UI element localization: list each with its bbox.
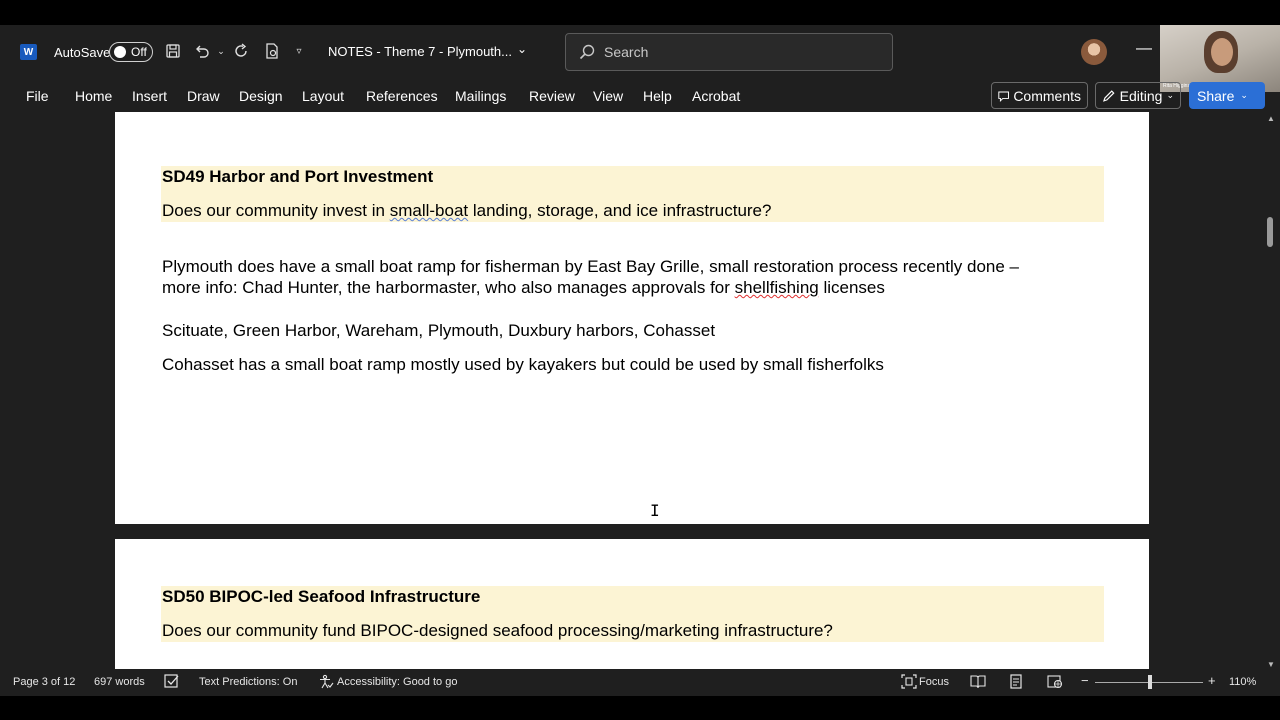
chevron-down-icon: ⌄: [1166, 90, 1174, 100]
tab-references[interactable]: References: [366, 88, 438, 104]
page-count[interactable]: Page 3 of 12: [13, 676, 75, 688]
print-preview-icon[interactable]: [262, 41, 282, 61]
word-count[interactable]: 697 words: [94, 676, 145, 688]
focus-icon[interactable]: [901, 674, 917, 692]
spelling-flag-word[interactable]: shellfishing: [735, 278, 819, 297]
save-icon[interactable]: [163, 41, 183, 61]
proofing-icon[interactable]: [164, 674, 180, 692]
web-layout-icon[interactable]: [1047, 674, 1063, 692]
accessibility-icon[interactable]: [318, 674, 334, 692]
text-cursor-icon: I: [650, 501, 660, 520]
tab-mailings[interactable]: Mailings: [455, 88, 506, 104]
autosave-state: Off: [131, 45, 147, 59]
word-window: W AutoSave Off ⌄ ▿ NOTES - Theme 7 - Ply…: [0, 25, 1280, 696]
question-text: landing, storage, and ice infrastructure…: [468, 201, 772, 220]
tab-design[interactable]: Design: [239, 88, 283, 104]
paragraph-line: Plymouth does have a small boat ramp for…: [162, 257, 1019, 276]
comments-button[interactable]: Comments: [991, 82, 1088, 109]
word-app-icon[interactable]: W: [20, 44, 37, 60]
scrollbar-thumb[interactable]: [1267, 217, 1273, 247]
customize-qat-icon[interactable]: ▿: [289, 41, 309, 61]
text-predictions-status[interactable]: Text Predictions: On: [199, 676, 297, 688]
comment-icon: [998, 90, 1009, 102]
editing-label: Editing: [1119, 87, 1163, 104]
scroll-down-icon[interactable]: ▼: [1267, 660, 1275, 669]
print-layout-icon[interactable]: [1008, 674, 1024, 692]
pencil-icon: [1103, 89, 1115, 102]
section-heading[interactable]: SD50 BIPOC-led Seafood Infrastructure: [162, 587, 480, 607]
vertical-scrollbar[interactable]: ▲ ▼: [1263, 112, 1280, 669]
zoom-slider-thumb[interactable]: [1148, 675, 1152, 689]
tab-home[interactable]: Home: [75, 88, 112, 104]
grammar-flag-word[interactable]: small-boat: [390, 201, 468, 220]
section-heading[interactable]: SD49 Harbor and Port Investment: [162, 167, 433, 187]
focus-mode-label[interactable]: Focus: [919, 676, 949, 688]
document-page[interactable]: SD49 Harbor and Port Investment Does our…: [115, 112, 1149, 524]
tab-acrobat[interactable]: Acrobat: [692, 88, 740, 104]
participant-face: [1211, 38, 1233, 66]
document-title[interactable]: NOTES - Theme 7 - Plymouth...: [328, 44, 512, 59]
question-text: Does our community invest in: [162, 201, 390, 220]
tab-review[interactable]: Review: [529, 88, 575, 104]
undo-icon[interactable]: [192, 41, 212, 61]
ribbon-tabs: File Home Insert Draw Design Layout Refe…: [0, 80, 1280, 112]
search-box[interactable]: [565, 33, 893, 71]
undo-dropdown-icon[interactable]: ⌄: [211, 41, 231, 61]
autosave-toggle[interactable]: Off: [109, 42, 153, 62]
read-mode-icon[interactable]: [970, 674, 986, 692]
autosave-label: AutoSave: [54, 45, 111, 60]
tab-view[interactable]: View: [593, 88, 623, 104]
redo-icon[interactable]: [232, 41, 252, 61]
share-label: Share: [1197, 87, 1235, 104]
body-paragraph[interactable]: Scituate, Green Harbor, Wareham, Plymout…: [162, 320, 1102, 341]
chevron-down-icon: ⌄: [1240, 90, 1248, 100]
document-page[interactable]: SD50 BIPOC-led Seafood Infrastructure Do…: [115, 539, 1149, 669]
user-avatar[interactable]: [1081, 39, 1107, 65]
zoom-out-icon[interactable]: −: [1081, 673, 1089, 688]
comments-label: Comments: [1013, 87, 1081, 104]
share-button[interactable]: Share ⌄: [1189, 82, 1265, 109]
paragraph-line: more info: Chad Hunter, the harbormaster…: [162, 277, 1102, 298]
body-paragraph[interactable]: Cohasset has a small boat ramp mostly us…: [162, 354, 1102, 375]
paragraph-text: more info: Chad Hunter, the harbormaster…: [162, 278, 735, 297]
scroll-up-icon[interactable]: ▲: [1267, 114, 1275, 123]
status-bar: Page 3 of 12 697 words Text Predictions:…: [0, 669, 1280, 696]
search-icon: [579, 44, 595, 60]
tab-help[interactable]: Help: [643, 88, 672, 104]
chevron-down-icon[interactable]: ⌄: [517, 42, 527, 56]
tab-file[interactable]: File: [26, 88, 49, 104]
document-canvas[interactable]: SD49 Harbor and Port Investment Does our…: [0, 112, 1263, 669]
tab-insert[interactable]: Insert: [132, 88, 167, 104]
accessibility-status[interactable]: Accessibility: Good to go: [337, 676, 457, 688]
editing-mode-button[interactable]: Editing ⌄: [1095, 82, 1181, 109]
minimize-icon[interactable]: —: [1136, 40, 1152, 58]
zoom-in-icon[interactable]: +: [1208, 673, 1216, 688]
section-question[interactable]: Does our community invest in small-boat …: [162, 201, 771, 221]
toggle-knob: [114, 46, 126, 58]
section-question[interactable]: Does our community fund BIPOC-designed s…: [162, 621, 833, 641]
paragraph-text: licenses: [818, 278, 885, 297]
body-paragraph[interactable]: Plymouth does have a small boat ramp for…: [162, 256, 1102, 298]
search-input[interactable]: [604, 42, 874, 62]
zoom-level[interactable]: 110%: [1229, 676, 1256, 688]
title-bar: W AutoSave Off ⌄ ▿ NOTES - Theme 7 - Ply…: [0, 25, 1280, 80]
tab-layout[interactable]: Layout: [302, 88, 344, 104]
tab-draw[interactable]: Draw: [187, 88, 220, 104]
